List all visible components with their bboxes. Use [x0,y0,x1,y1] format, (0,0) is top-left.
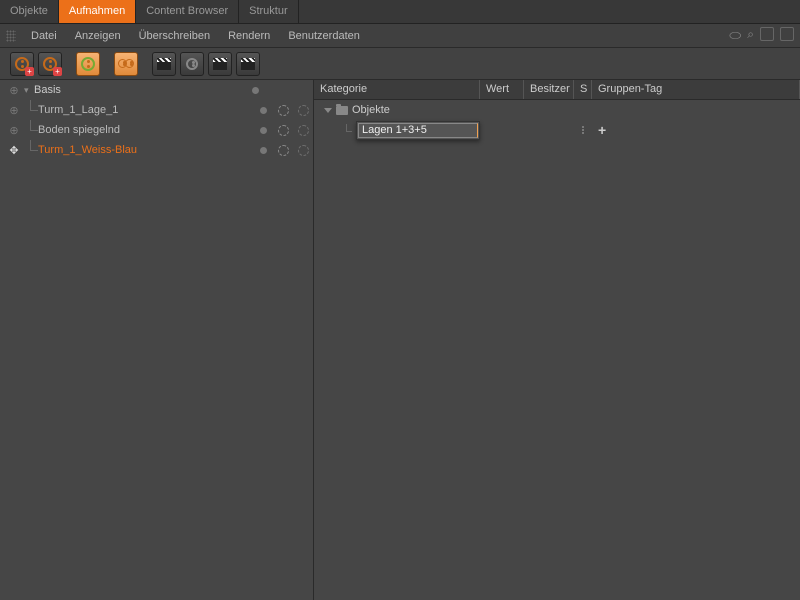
tree-row[interactable]: ✥ Turm_1_Weiss-Blau [0,140,313,160]
col-besitzer[interactable]: Besitzer [524,80,574,99]
auto-take-button[interactable] [76,52,100,76]
tab-struktur[interactable]: Struktur [239,0,299,23]
menu-ueberschreiben[interactable]: Überschreiben [130,27,220,45]
rename-input-wrap [356,121,480,140]
menubar: Datei Anzeigen Überschreiben Rendern Ben… [0,24,800,48]
window-max-icon[interactable] [780,27,794,41]
category-item-row[interactable]: + [314,120,800,140]
tab-content-browser[interactable]: Content Browser [136,0,239,23]
render-all-button[interactable] [208,52,232,76]
overrides-panel: Kategorie Wert Besitzer S Gruppen-Tag Ob… [314,80,800,600]
search-icon[interactable]: ⌕ [747,27,754,44]
collapse-icon[interactable]: ⬭ [729,27,741,44]
target-icon: ⊕ [9,84,18,97]
takes-tree: ⊕ ▾ Basis ⊕ Turm_1_Lage_1 ⊕ Boden spiege… [0,80,314,600]
tree-root-row[interactable]: ⊕ ▾ Basis [0,80,313,100]
status-dot-icon[interactable] [260,147,267,154]
status-dot-icon[interactable] [260,107,267,114]
menu-anzeigen[interactable]: Anzeigen [66,27,130,45]
new-take-child-button[interactable]: + [38,52,62,76]
col-wert[interactable]: Wert [480,80,524,99]
column-headers: Kategorie Wert Besitzer S Gruppen-Tag [314,80,800,100]
add-group-tag-button[interactable]: + [598,122,606,138]
tree-item-label: Turm_1_Lage_1 [38,104,253,116]
gear-icon[interactable] [298,105,309,116]
new-take-button[interactable]: + [10,52,34,76]
tab-aufnahmen[interactable]: Aufnahmen [59,0,136,23]
gear-icon[interactable] [298,145,309,156]
tree-root-label: Basis [34,84,245,96]
render-take-button[interactable] [152,52,176,76]
gear-icon[interactable] [298,125,309,136]
tree-item-label: Boden spiegelnd [38,124,253,136]
category-root-label: Objekte [352,104,390,116]
window-mode-icon[interactable] [760,27,774,41]
gear-icon[interactable] [278,145,289,156]
col-gruppentag[interactable]: Gruppen-Tag [592,80,800,99]
chevron-down-icon[interactable] [324,108,332,113]
toolbar: + + [0,48,800,80]
tree-row[interactable]: ⊕ Turm_1_Lage_1 [0,100,313,120]
tree-item-label: Turm_1_Weiss-Blau [38,144,253,156]
gear-icon[interactable] [278,125,289,136]
grip-icon [6,30,16,42]
col-s[interactable]: S [574,80,592,99]
target-icon: ✥ [9,144,18,157]
folder-icon [336,106,348,115]
expander-icon[interactable]: ▾ [24,85,34,96]
rename-input[interactable] [358,123,478,138]
target-icon: ⊕ [9,104,18,117]
main-tabs: Objekte Aufnahmen Content Browser Strukt… [0,0,800,24]
render-take-gray-button[interactable] [180,52,204,76]
gear-icon[interactable] [278,105,289,116]
menu-benutzerdaten[interactable]: Benutzerdaten [279,27,369,45]
category-root-row[interactable]: Objekte [314,100,800,120]
menu-datei[interactable]: Datei [22,27,66,45]
link-takes-button[interactable] [114,52,138,76]
col-kategorie[interactable]: Kategorie [314,80,480,99]
render-marked-button[interactable] [236,52,260,76]
tree-row[interactable]: ⊕ Boden spiegelnd [0,120,313,140]
tab-objekte[interactable]: Objekte [0,0,59,23]
menu-rendern[interactable]: Rendern [219,27,279,45]
status-dot-icon[interactable] [252,87,259,94]
drag-handle-icon[interactable] [582,126,584,134]
target-icon: ⊕ [9,124,18,137]
status-dot-icon[interactable] [260,127,267,134]
